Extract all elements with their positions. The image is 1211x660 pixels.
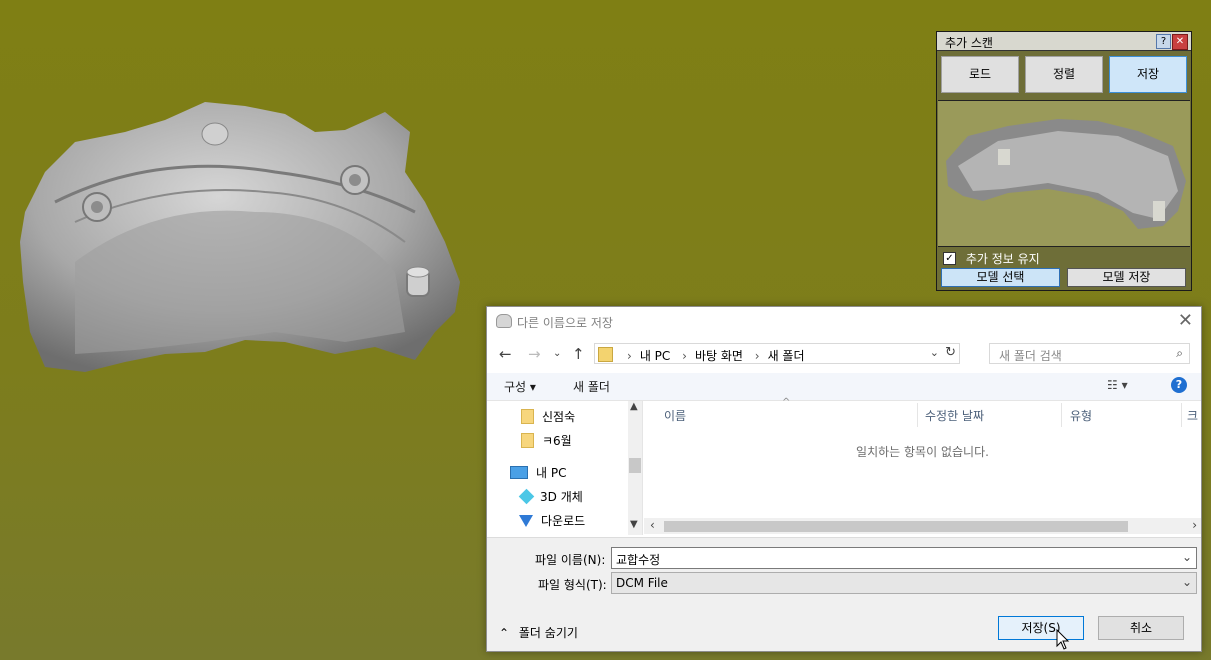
chevron-up-icon[interactable]: ▲	[630, 401, 638, 412]
tree-item-downloads[interactable]: 다운로드	[519, 512, 585, 529]
load-button[interactable]: 로드	[941, 56, 1019, 93]
3d-objects-icon	[518, 488, 535, 505]
filename-value: 교합수정	[616, 553, 661, 567]
filename-field[interactable]: 교합수정 ⌄	[611, 547, 1197, 569]
app-icon	[496, 314, 512, 328]
tree-scrollbar[interactable]: ▲ ▼	[628, 401, 642, 535]
scan-preview	[938, 100, 1190, 247]
dialog-titlebar: 다른 이름으로 저장 ✕	[487, 307, 1201, 335]
column-divider	[1061, 403, 1062, 427]
breadcrumb-item[interactable]: 바탕 화면	[695, 349, 743, 363]
filetype-value: DCM File	[616, 576, 668, 590]
pc-icon	[510, 466, 528, 479]
scan-preview-image	[946, 119, 1186, 229]
back-icon[interactable]: ←	[499, 345, 512, 363]
navigation-pane: 신점숙 ㅋ6월 내 PC 3D 개체 다운로드 ▲ ▼	[487, 401, 643, 535]
panel-title: 추가 스캔	[945, 36, 993, 50]
folder-icon	[598, 347, 613, 362]
scrollbar-thumb[interactable]	[629, 458, 641, 473]
search-icon: ⌕	[1176, 346, 1183, 360]
tree-item-this-pc[interactable]: 내 PC	[510, 464, 566, 481]
folder-icon	[521, 433, 534, 448]
model-select-button[interactable]: 모델 선택	[941, 268, 1060, 287]
keep-info-label: 추가 정보 유지	[965, 252, 1040, 266]
tree-item-folder-2[interactable]: ㅋ6월	[521, 432, 572, 449]
column-divider	[1181, 403, 1182, 427]
breadcrumb-item[interactable]: 내 PC	[640, 349, 670, 363]
refresh-icon[interactable]: ↻	[945, 345, 956, 360]
tree-item-3d-objects[interactable]: 3D 개체	[518, 488, 583, 505]
search-box[interactable]: 새 폴더 검색 ⌕	[989, 343, 1190, 364]
model-save-button[interactable]: 모델 저장	[1067, 268, 1186, 287]
address-bar[interactable]: › 내 PC › 바탕 화면 › 새 폴더 ⌄ ↻	[594, 343, 960, 364]
hide-folders-toggle[interactable]: ⌃ 폴더 숨기기	[499, 624, 578, 641]
help-icon[interactable]: ?	[1156, 34, 1171, 49]
cancel-button[interactable]: 취소	[1098, 616, 1184, 640]
breadcrumb-item[interactable]: 새 폴더	[768, 349, 805, 363]
close-icon[interactable]: ✕	[1172, 34, 1188, 50]
forward-icon[interactable]: →	[528, 345, 541, 363]
chevron-down-icon[interactable]: ⌄	[1182, 575, 1192, 589]
panel-titlebar: 추가 스캔 ? ✕	[937, 32, 1191, 51]
filetype-select[interactable]: DCM File ⌄	[611, 572, 1197, 594]
filename-label: 파일 이름(N):	[535, 553, 606, 567]
keep-info-row[interactable]: ✓ 추가 정보 유지	[943, 250, 1040, 266]
chevron-down-icon[interactable]: ⌄	[1182, 550, 1192, 564]
chevron-right-icon[interactable]: ›	[1192, 518, 1197, 532]
dental-scan-model	[20, 102, 460, 372]
recent-dropdown-icon[interactable]: ⌄	[553, 348, 561, 359]
save-tool-button[interactable]: 저장	[1109, 56, 1187, 93]
command-bar: 구성 ▾ 새 폴더 ☷ ▾ ?	[487, 373, 1201, 401]
help-icon[interactable]: ?	[1171, 377, 1187, 393]
column-divider	[917, 403, 918, 427]
save-button[interactable]: 저장(S)	[998, 616, 1084, 640]
empty-message: 일치하는 항목이 없습니다.	[856, 445, 989, 459]
additional-scan-panel: 추가 스캔 ? ✕ 로드 정렬 저장 ✓ 추가 정보 유지 모델 선택 모델 저…	[936, 31, 1192, 291]
filetype-label: 파일 형식(T):	[538, 578, 607, 592]
organize-menu[interactable]: 구성 ▾	[504, 378, 536, 395]
new-folder-button[interactable]: 새 폴더	[573, 378, 610, 395]
chevron-up-icon: ⌃	[499, 626, 510, 640]
keep-info-checkbox[interactable]: ✓	[943, 252, 956, 265]
tree-item-folder-1[interactable]: 신점숙	[521, 408, 575, 425]
chevron-down-icon[interactable]: ⌄	[930, 346, 939, 359]
dialog-footer: 파일 이름(N): 교합수정 ⌄ 파일 형식(T): DCM File ⌄ ⌃ …	[487, 537, 1201, 651]
align-button[interactable]: 정렬	[1025, 56, 1103, 93]
column-name[interactable]: 이름	[664, 407, 686, 424]
download-icon	[519, 514, 533, 527]
breadcrumb: › 내 PC › 바탕 화면 › 새 폴더	[627, 349, 805, 363]
search-input[interactable]: 새 폴더 검색	[999, 347, 1062, 364]
column-size[interactable]: 크	[1187, 407, 1198, 424]
column-date[interactable]: 수정한 날짜	[925, 407, 984, 424]
up-icon[interactable]: ↑	[572, 345, 585, 363]
sort-caret-icon: ^	[782, 397, 791, 408]
column-type[interactable]: 유형	[1070, 407, 1092, 424]
view-options-icon[interactable]: ☷ ▾	[1107, 378, 1128, 392]
folder-icon	[521, 409, 534, 424]
close-icon[interactable]: ✕	[1178, 310, 1193, 331]
scrollbar-thumb[interactable]	[664, 521, 1128, 532]
save-as-dialog: 다른 이름으로 저장 ✕ ← → ⌄ ↑ › 내 PC › 바탕 화면 › 새 폴더 …	[486, 306, 1202, 652]
dialog-title: 다른 이름으로 저장	[517, 316, 613, 330]
list-hscrollbar[interactable]: ‹ ›	[644, 518, 1201, 534]
file-list: ^ 이름 수정한 날짜 유형 크 일치하는 항목이 없습니다. ‹ ›	[644, 397, 1201, 535]
chevron-left-icon[interactable]: ‹	[650, 518, 655, 532]
mouse-cursor-icon	[1056, 629, 1070, 650]
chevron-down-icon[interactable]: ▼	[630, 519, 638, 530]
